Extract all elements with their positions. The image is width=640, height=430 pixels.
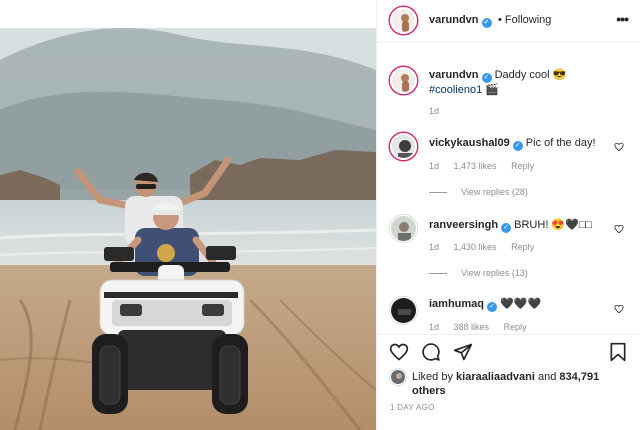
view-replies-button[interactable]: View replies (28) bbox=[429, 187, 528, 197]
comment-username[interactable]: vickykaushal09 bbox=[429, 137, 510, 149]
post-photo[interactable] bbox=[0, 0, 376, 430]
comment-text: ranveersingh ✓ BRUH! 😍🖤□□ bbox=[429, 218, 619, 233]
verified-badge-icon: ✓ bbox=[487, 302, 498, 312]
comment-age[interactable]: 1d bbox=[429, 242, 439, 252]
comment-username[interactable]: ranveersingh bbox=[429, 219, 498, 231]
comment-item: ranveersingh ✓ BRUH! 😍🖤□□ 1d 1,430 likes … bbox=[377, 212, 640, 282]
bookmark-icon[interactable] bbox=[609, 342, 627, 362]
comment-avatar[interactable] bbox=[390, 297, 417, 324]
comment-body: 🖤🖤🖤 bbox=[500, 298, 542, 310]
view-replies-label: View replies (13) bbox=[461, 268, 528, 278]
author-username-row: varundvn ✓ bbox=[429, 14, 492, 28]
follow-status[interactable]: • Following bbox=[498, 14, 551, 26]
liker-avatar-image bbox=[391, 370, 405, 384]
post-details-panel: varundvn ✓ • Following ••• varundvn ✓ Dadd… bbox=[377, 0, 640, 430]
likes-prefix: Liked by bbox=[412, 371, 453, 383]
comment-body: Pic of the day! bbox=[525, 137, 596, 149]
verified-badge-icon: ✓ bbox=[512, 141, 523, 151]
author-username[interactable]: varundvn bbox=[429, 14, 479, 26]
view-replies-button[interactable]: View replies (13) bbox=[429, 268, 528, 278]
comment-text: vickykaushal09 ✓ Pic of the day! bbox=[429, 136, 619, 151]
share-icon[interactable] bbox=[453, 342, 473, 362]
author-avatar-image bbox=[392, 9, 415, 32]
comment-meta: 1d 1,430 likes Reply bbox=[429, 242, 546, 252]
comment-avatar[interactable] bbox=[390, 215, 417, 242]
comment-likes[interactable]: 388 likes bbox=[454, 322, 490, 332]
comment-icon[interactable] bbox=[421, 342, 441, 362]
comment-body: BRUH! 😍🖤□□ bbox=[514, 219, 593, 231]
post-date[interactable]: 1 DAY AGO bbox=[390, 403, 435, 412]
comment-reply-button[interactable]: Reply bbox=[511, 242, 534, 252]
liker-username[interactable]: kiaraaliaadvani bbox=[456, 371, 535, 383]
caption-avatar-image bbox=[392, 69, 415, 92]
comment-likes[interactable]: 1,473 likes bbox=[454, 161, 497, 171]
author-avatar[interactable] bbox=[390, 7, 417, 34]
comment-avatar-image bbox=[391, 298, 416, 323]
post-header: varundvn ✓ • Following ••• bbox=[377, 0, 640, 43]
comment-reply-button[interactable]: Reply bbox=[504, 322, 527, 332]
comment-like-heart-icon[interactable] bbox=[614, 142, 624, 152]
comment-age[interactable]: 1d bbox=[429, 161, 439, 171]
more-options-icon[interactable]: ••• bbox=[616, 11, 629, 27]
caption-avatar[interactable] bbox=[390, 67, 417, 94]
actions-divider bbox=[377, 334, 640, 335]
liker-avatar[interactable] bbox=[390, 369, 406, 385]
comment-item: iamhumaq ✓ 🖤🖤🖤 1d 388 likes Reply bbox=[377, 294, 640, 334]
comment-like-heart-icon[interactable] bbox=[614, 304, 624, 314]
comment-like-heart-icon[interactable] bbox=[614, 224, 624, 234]
comment-avatar-image bbox=[392, 135, 415, 158]
view-replies-label: View replies (28) bbox=[461, 187, 528, 197]
verified-badge-icon: ✓ bbox=[481, 73, 492, 83]
divider-line bbox=[429, 192, 447, 194]
likes-joiner: and bbox=[538, 371, 557, 383]
verified-badge-icon: ✓ bbox=[481, 18, 492, 28]
comment-text: iamhumaq ✓ 🖤🖤🖤 bbox=[429, 297, 619, 312]
heart-icon[interactable] bbox=[389, 342, 409, 362]
verified-badge-icon: ✓ bbox=[501, 223, 512, 233]
caption-text: varundvn ✓ Daddy cool 😎 #coolieno1 🎬 bbox=[429, 68, 629, 97]
caption-age[interactable]: 1d bbox=[429, 106, 439, 116]
beach-atv-photo bbox=[0, 0, 376, 430]
comment-username[interactable]: iamhumaq bbox=[429, 298, 484, 310]
caption-meta: 1d bbox=[429, 106, 451, 116]
comment-likes[interactable]: 1,430 likes bbox=[454, 242, 497, 252]
caption-body: Daddy cool 😎 bbox=[494, 69, 567, 81]
likes-summary: Liked by kiaraaliaadvani and 834,791 oth… bbox=[412, 370, 634, 398]
comment-avatar[interactable] bbox=[390, 133, 417, 160]
caption: varundvn ✓ Daddy cool 😎 #coolieno1 🎬 1d bbox=[377, 60, 640, 120]
caption-username[interactable]: varundvn bbox=[429, 69, 479, 81]
comment-item: vickykaushal09 ✓ Pic of the day! 1d 1,473… bbox=[377, 130, 640, 200]
comment-avatar-image bbox=[391, 216, 416, 241]
comment-reply-button[interactable]: Reply bbox=[511, 161, 534, 171]
comment-age[interactable]: 1d bbox=[429, 322, 439, 332]
divider-line bbox=[429, 273, 447, 275]
comment-meta: 1d 388 likes Reply bbox=[429, 322, 539, 332]
caption-hashtag[interactable]: #coolieno1 🎬 bbox=[429, 84, 499, 96]
comment-meta: 1d 1,473 likes Reply bbox=[429, 161, 546, 171]
